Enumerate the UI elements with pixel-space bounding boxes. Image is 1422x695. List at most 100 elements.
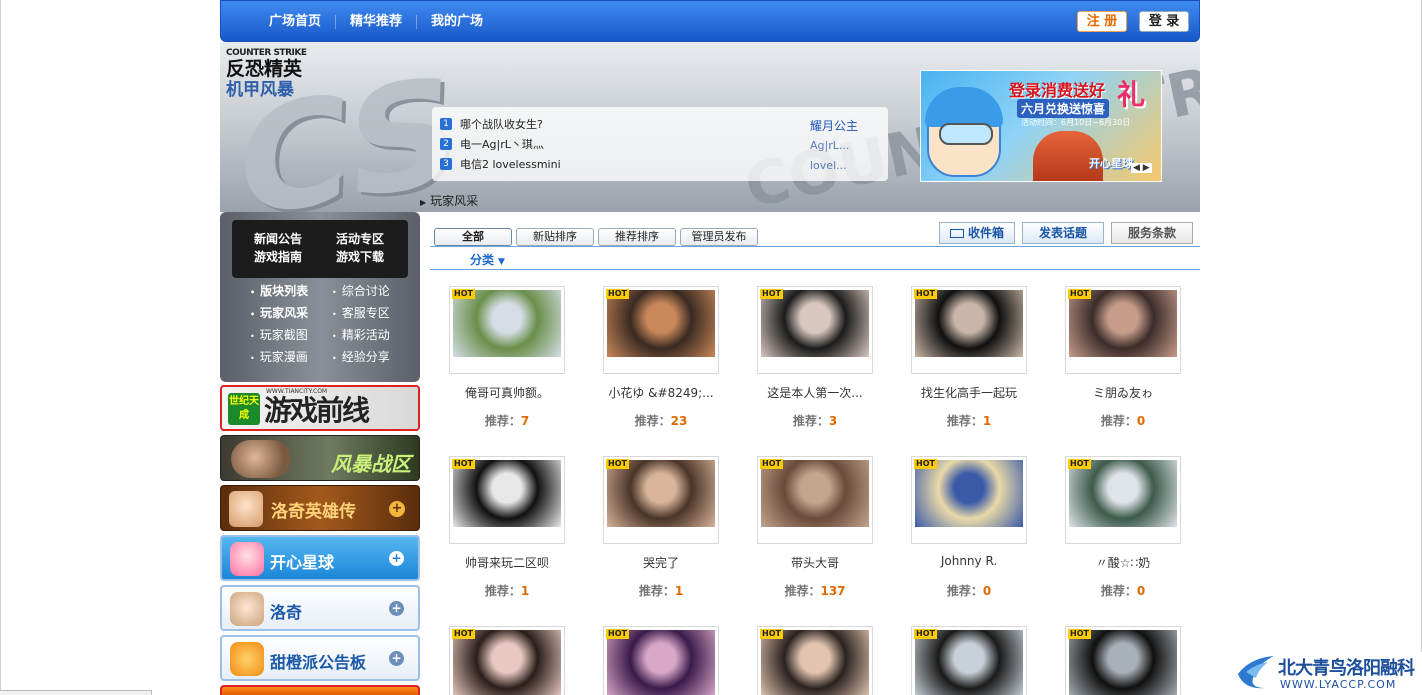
new-topic-button[interactable]: 发表话题	[1022, 222, 1104, 244]
photo-thumbnail[interactable]: HOT	[1065, 456, 1181, 544]
hot-badge: HOT	[606, 629, 629, 639]
logo-cn: 反恐精英	[226, 58, 303, 80]
photo-thumbnail[interactable]: HOT	[603, 456, 719, 544]
ad-title: 登录消费送好	[1009, 81, 1106, 100]
recommend-label: 推荐：	[638, 584, 675, 598]
tab-newest[interactable]: 新贴排序	[516, 228, 594, 246]
photo-image	[761, 460, 869, 527]
photo-image	[1069, 290, 1177, 357]
sidebar-item-news[interactable]: 新闻公告	[254, 230, 302, 247]
photo-thumbnail[interactable]: HOT	[757, 456, 873, 544]
category-dropdown[interactable]: 分类 ▼	[470, 251, 505, 268]
recommend-value: 137	[820, 584, 846, 598]
banner-mabinogi-heroes[interactable]: 洛奇英雄传 +	[220, 485, 420, 531]
recommend-value: 0	[982, 584, 992, 598]
notice-item[interactable]: 2 电一Ag|rL丶琪灬	[440, 135, 544, 153]
photo-thumbnail[interactable]: HOT	[911, 626, 1027, 695]
notice-author-link[interactable]: Ag|rL...	[810, 139, 849, 152]
banner-storm-zone[interactable]: 风暴战区	[220, 435, 420, 481]
notice-author-link[interactable]: lovel...	[810, 159, 847, 172]
notice-number: 2	[440, 138, 452, 150]
photo-thumbnail[interactable]: HOT	[1065, 286, 1181, 374]
photo-thumbnail[interactable]: HOT	[449, 286, 565, 374]
banner-happy-planet[interactable]: 开心星球 +	[220, 535, 420, 581]
sidebar-top-menu: 新闻公告 活动专区 游戏指南 游戏下载	[232, 220, 408, 278]
sidebar-item-support[interactable]: 客服专区	[332, 304, 390, 321]
sidebar-item-general[interactable]: 综合讨论	[332, 282, 390, 299]
photo-thumbnail[interactable]: HOT	[449, 456, 565, 544]
sidebar-item-screenshots[interactable]: 玩家截图	[250, 326, 308, 343]
recommend-count: 推荐：0	[1065, 412, 1181, 429]
photo-thumbnail[interactable]: HOT	[603, 286, 719, 374]
banner-title: 甜橙派公告板	[270, 653, 367, 672]
banner-game-frontline[interactable]: 世纪天成 WWW.TIANCITY.COM 游戏前线	[220, 385, 420, 431]
notice-item[interactable]: 3 电信2 lovelessmini	[440, 155, 561, 173]
promo-ad[interactable]: 登录消费送好 礼 六月兑换送惊喜 活动时间：6月10日~6月30日 开心星球 ◀…	[920, 70, 1162, 182]
ad-nav-arrows[interactable]: ◀ ▶	[1131, 163, 1152, 173]
photo-thumbnail[interactable]: HOT	[1065, 626, 1181, 695]
inbox-button[interactable]: 收件箱	[939, 222, 1015, 244]
hot-badge: HOT	[760, 459, 783, 469]
tab-recommended[interactable]: 推荐排序	[598, 228, 676, 246]
terms-button[interactable]: 服务条款	[1111, 222, 1193, 244]
hot-badge: HOT	[760, 289, 783, 299]
banner-orange-board[interactable]: 甜橙派公告板 +	[220, 635, 420, 681]
hot-badge: HOT	[452, 459, 475, 469]
photo-image	[1069, 460, 1177, 527]
photo-caption[interactable]: 帅哥来玩二区呗	[439, 554, 575, 571]
photo-caption[interactable]: 这是本人第一次...	[747, 384, 883, 401]
nav-link-featured[interactable]: 精华推荐	[336, 15, 418, 29]
photo-thumbnail[interactable]: HOT	[449, 626, 565, 695]
tab-all[interactable]: 全部	[434, 228, 512, 246]
photo-image	[607, 290, 715, 357]
watermark-logo: 北大青鸟洛阳融科 WWW.LYACCP.COM	[1236, 652, 1422, 695]
sidebar-item-experience[interactable]: 经验分享	[332, 348, 390, 365]
recommend-value: 3	[828, 414, 838, 428]
banner-title: 洛奇英雄传	[271, 502, 356, 522]
page-wrapper: 广场首页 精华推荐 我的广场 注 册 登 录 CS COUNTER-STRIKE…	[220, 0, 1200, 695]
sidebar-item-comics[interactable]: 玩家漫画	[250, 348, 308, 365]
recommend-value: 1	[982, 414, 992, 428]
bird-logo-icon	[1238, 656, 1274, 689]
orange-avatar	[230, 642, 264, 676]
notice-text: 电一Ag|rL丶琪灬	[460, 138, 544, 151]
photo-thumbnail[interactable]: HOT	[757, 286, 873, 374]
notice-text: 电信2 lovelessmini	[460, 158, 561, 171]
ad-date: 活动时间：6月10日~6月30日	[1021, 118, 1131, 127]
photo-thumbnail[interactable]: HOT	[911, 456, 1027, 544]
photo-caption[interactable]: 找生化高手一起玩	[901, 384, 1037, 401]
photo-thumbnail[interactable]: HOT	[757, 626, 873, 695]
sidebar-item-activities[interactable]: 精彩活动	[332, 326, 390, 343]
banner-mabinogi[interactable]: 洛奇 +	[220, 585, 420, 631]
sidebar-item-guide[interactable]: 游戏指南	[254, 248, 302, 265]
sidebar-item-board-list[interactable]: 版块列表	[250, 282, 308, 299]
banner-partial[interactable]	[220, 685, 420, 695]
photo-caption[interactable]: ミ朋ゐ友ゎ	[1055, 384, 1191, 401]
photo-caption[interactable]: 〃酸☆∷奶	[1055, 554, 1191, 571]
photo-caption[interactable]: 带头大哥	[747, 554, 883, 571]
game-logo[interactable]: COUNTER STRIKE 反恐精英 机甲风暴	[226, 48, 326, 100]
photo-caption[interactable]: Johnny R.	[901, 554, 1037, 568]
photo-image	[761, 630, 869, 695]
nav-link-plaza-home[interactable]: 广场首页	[255, 15, 337, 29]
notice-author-link[interactable]: 耀月公主	[810, 117, 858, 134]
photo-thumbnail[interactable]: HOT	[911, 286, 1027, 374]
photo-caption[interactable]: 哭完了	[593, 554, 729, 571]
watermark-cn: 北大青鸟洛阳融科	[1278, 658, 1415, 679]
photo-thumbnail[interactable]: HOT	[603, 626, 719, 695]
notice-item[interactable]: 1 哪个战队收女生?	[440, 115, 543, 133]
banner-title: 开心星球	[270, 553, 335, 572]
photo-caption[interactable]: 小花ゆ &#8249;...	[593, 384, 729, 401]
sidebar-item-download[interactable]: 游戏下载	[336, 248, 384, 265]
register-button[interactable]: 注 册	[1077, 11, 1127, 32]
triangle-right-icon: ▶	[420, 198, 427, 207]
sidebar-item-events[interactable]: 活动专区	[336, 230, 384, 247]
nav-link-my-plaza[interactable]: 我的广场	[417, 15, 497, 29]
login-button[interactable]: 登 录	[1139, 11, 1189, 32]
recommend-value: 0	[1136, 584, 1146, 598]
recommend-count: 推荐：1	[449, 582, 565, 599]
photo-caption[interactable]: 俺哥可真帅额。	[439, 384, 575, 401]
tab-admin-posts[interactable]: 管理员发布	[680, 228, 758, 246]
logo-sub: 机甲风暴	[226, 80, 294, 100]
sidebar-item-player-showcase[interactable]: 玩家风采	[250, 304, 308, 321]
